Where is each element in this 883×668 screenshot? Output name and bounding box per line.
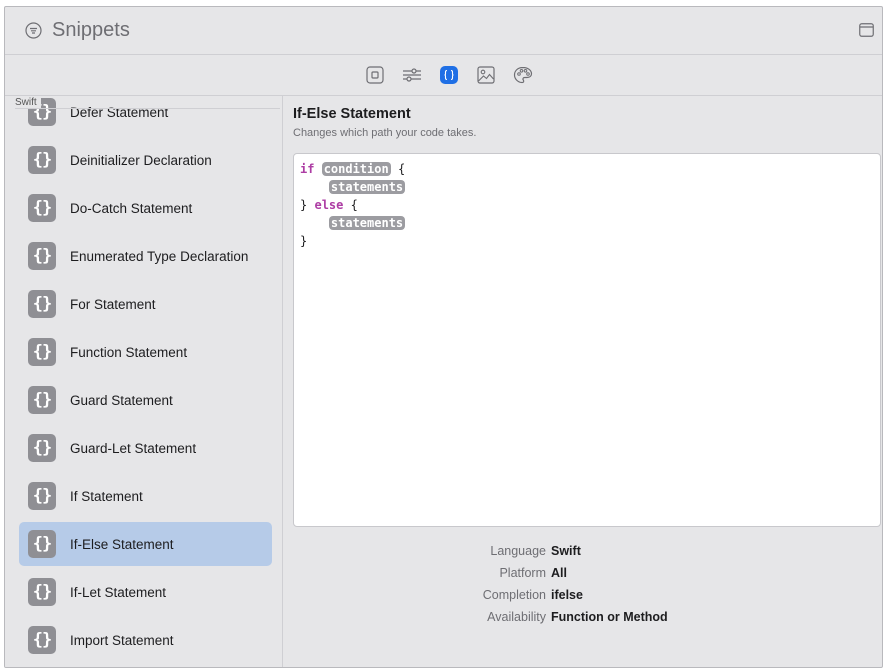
snippet-list-item[interactable]: {} Enumerated Type Declaration [19,234,272,278]
snippets-window: Snippets {} Defer Statement {} Deinitial… [4,6,883,668]
snippet-list-item[interactable]: {} Guard-Let Statement [19,426,272,470]
snippets-library-button[interactable] [439,66,458,84]
section-divider [15,108,280,109]
metadata-row: Platform All [293,566,879,588]
attributes-inspector-button[interactable] [400,63,424,87]
snippet-list-sidebar[interactable]: {} Defer Statement{} Deinitializer Declara… [5,96,283,667]
snippet-list-item[interactable]: {} Defer Statement [19,96,272,134]
snippet-list-item[interactable]: {} Import Statement [19,618,272,662]
filter-icon[interactable] [25,22,42,39]
snippet-list-item-label: Function Statement [70,344,188,360]
snippet-list-item-label: Guard Statement [70,392,173,408]
code-snippet-icon: {} [28,338,56,366]
snippet-list-item-label: Enumerated Type Declaration [70,248,249,264]
snippet-list-item-label: If Statement [70,488,143,504]
metadata-row: Availability Function or Method [293,610,879,632]
metadata-row: Completion ifelse [293,588,879,610]
code-preview[interactable]: if condition { statements } else { state… [293,153,881,527]
snippet-list-item-label: Do-Catch Statement [70,200,193,216]
placeholder-statements[interactable]: statements [328,216,406,230]
snippet-list-item-label: If-Else Statement [70,536,174,552]
code-snippet-icon: {} [28,146,56,174]
snippet-list-item[interactable]: {} If-Let Statement [19,570,272,614]
code-brace: } [300,234,308,248]
code-snippet-icon: {} [28,626,56,654]
code-snippet-icon: {} [28,242,56,270]
media-library-button[interactable] [474,63,498,87]
snippet-title: If-Else Statement [293,106,411,122]
snippet-list-item[interactable]: {} Function Statement [19,330,272,374]
snippet-list-item-label: Guard-Let Statement [70,440,197,456]
file-inspector-button[interactable] [363,63,387,87]
snippet-list-item[interactable]: {} Do-Catch Statement [19,186,272,230]
language-section-header: Swift [15,97,41,108]
snippet-metadata: Language Swift Platform All Completion ifelse… [293,544,879,632]
attributes-inspector-icon [402,68,421,82]
code-brace: { [350,198,358,212]
code-snippet-icon: {} [28,482,56,510]
metadata-value: ifelse [551,588,583,602]
snippet-list-item-label: For Statement [70,296,156,312]
metadata-key: Completion [482,588,546,602]
snippets-library-icon [443,69,454,81]
window-title: Snippets [52,19,130,41]
snippet-list-item-label: Defer Statement [70,104,169,120]
code-snippet-icon: {} [28,578,56,606]
library-toolbar [5,55,882,96]
metadata-value: All [551,566,567,580]
file-inspector-icon [365,66,384,84]
metadata-value: Function or Method [551,610,668,624]
snippet-list-item-label: If-Let Statement [70,584,167,600]
code-brace: } [300,198,308,212]
code-snippet-icon: {} [28,434,56,462]
media-library-icon [476,66,495,84]
snippet-list-item[interactable]: {} If-Else Statement [19,522,272,566]
code-snippet-icon: {} [28,290,56,318]
metadata-key: Availability [487,610,546,624]
metadata-key: Language [490,544,546,558]
snippet-detail: If-Else Statement Changes which path you… [293,96,882,667]
keyword-if: if [300,162,315,176]
snippet-list-item[interactable]: {} Guard Statement [19,378,272,422]
title-bar: Snippets [5,7,882,55]
metadata-value: Swift [551,544,581,558]
snippet-list-item-label: Deinitializer Declaration [70,152,212,168]
metadata-key: Platform [499,566,546,580]
keyword-else: else [314,198,344,212]
code-snippet-icon: {} [28,530,56,558]
color-library-icon [513,66,532,84]
placeholder-statements[interactable]: statements [328,180,406,194]
snippet-list: {} Defer Statement{} Deinitializer Declara… [19,96,272,666]
color-library-button[interactable] [511,63,535,87]
code-text: if condition { statements } else { state… [300,160,405,250]
placeholder-condition[interactable]: condition [321,162,391,176]
library-body: {} Defer Statement{} Deinitializer Declara… [5,96,882,667]
code-snippet-icon: {} [28,386,56,414]
snippet-summary: Changes which path your code takes. [293,127,477,139]
snippet-list-item[interactable]: {} Deinitializer Declaration [19,138,272,182]
code-snippet-icon: {} [28,194,56,222]
snippet-list-item[interactable]: {} If Statement [19,474,272,518]
code-brace: { [397,162,406,176]
snippet-list-item-label: Import Statement [70,632,174,648]
snippet-list-item[interactable]: {} For Statement [19,282,272,326]
metadata-row: Language Swift [293,544,879,566]
sidebar-toggle-icon[interactable] [859,23,874,37]
